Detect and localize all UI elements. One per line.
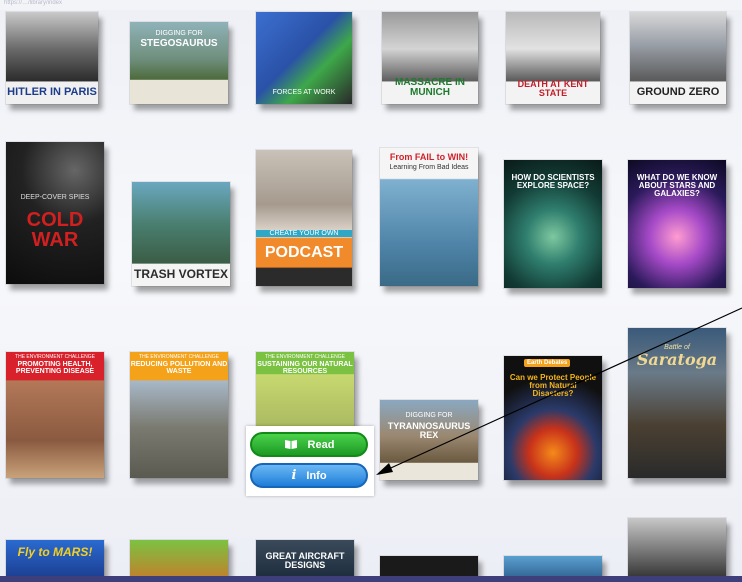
book-subtitle: DIGGING FOR (155, 30, 203, 37)
read-button[interactable]: Read (250, 432, 368, 457)
book-hitler-in-paris[interactable]: HITLER IN PARIS (6, 12, 98, 104)
book-title: SUSTAINING OUR NATURAL RESOURCES (257, 361, 353, 376)
book-trash-vortex[interactable]: TRASH VORTEX (132, 182, 230, 286)
book-title: STEGOSAURUS (140, 38, 218, 49)
info-button[interactable]: i Info (250, 463, 368, 488)
book-promoting-health[interactable]: THE ENVIRONMENT CHALLENGE PROMOTING HEAL… (6, 352, 104, 478)
book-tyrannosaurus-rex[interactable]: DIGGING FOR TYRANNOSAURUS REX (380, 400, 478, 480)
book-title: HITLER IN PARIS (7, 85, 97, 98)
book-subtitle: THE ENVIRONMENT CHALLENGE (15, 354, 95, 360)
book-title: COLD WAR (26, 209, 84, 252)
book-forces-at-work[interactable]: FORCES AT WORK (256, 12, 352, 104)
book-death-at-kent-state[interactable]: DEATH AT KENT STATE (506, 12, 600, 104)
book-title: TYRANNOSAURUS REX (387, 421, 471, 441)
book-stegosaurus[interactable]: DIGGING FOR STEGOSAURUS (130, 22, 228, 104)
info-icon: i (291, 468, 297, 483)
book-title: HOW DO SCIENTISTS EXPLORE SPACE? (511, 173, 595, 191)
book-cold-war[interactable]: DEEP-COVER SPIES COLD WAR (6, 142, 104, 284)
book-title: PROMOTING HEALTH, PREVENTING DISEASE (15, 361, 95, 376)
book-subtitle: DEEP-COVER SPIES (20, 194, 90, 201)
book-row4-6[interactable] (628, 518, 726, 582)
book-title: DEATH AT KENT STATE (517, 78, 589, 98)
book-subtitle: DIGGING FOR (405, 412, 453, 419)
book-subtitle: FORCES AT WORK (272, 89, 336, 96)
book-massacre-in-munich[interactable]: MASSACRE IN MUNICH (382, 12, 478, 104)
book-title: Fly to MARS! (17, 545, 93, 559)
book-explore-space[interactable]: HOW DO SCIENTISTS EXPLORE SPACE? (504, 160, 602, 288)
book-ground-zero[interactable]: GROUND ZERO (630, 12, 726, 104)
book-from-fail-to-win[interactable]: From FAIL to WIN! Learning From Bad Idea… (380, 148, 478, 286)
bottom-bar (0, 576, 742, 582)
book-reducing-pollution[interactable]: THE ENVIRONMENT CHALLENGE REDUCING POLLU… (130, 352, 228, 478)
book-battle-of-saratoga[interactable]: Battle of Saratoga (628, 328, 726, 478)
book-title: Saratoga (636, 350, 718, 369)
book-title: GREAT AIRCRAFT DESIGNS (265, 551, 345, 571)
book-title: REDUCING POLLUTION AND WASTE (130, 361, 228, 376)
book-action-menu: Read i Info (246, 426, 374, 496)
book-create-your-own-podcast[interactable]: CREATE YOUR OWN PODCAST (256, 150, 352, 286)
book-sustaining-resources[interactable]: THE ENVIRONMENT CHALLENGE SUSTAINING OUR… (256, 352, 354, 430)
book-stars-and-galaxies[interactable]: WHAT DO WE KNOW ABOUT STARS AND GALAXIES… (628, 160, 726, 288)
book-subtitle: CREATE YOUR OWN (256, 230, 352, 237)
book-protect-from-natural-disasters[interactable]: Earth Debates Can we Protect People from… (504, 356, 602, 480)
open-book-icon (284, 439, 298, 450)
read-label: Read (307, 438, 335, 451)
url-text: https://…/library/index (4, 0, 63, 6)
browser-url-strip: https://…/library/index (0, 0, 742, 10)
book-subtitle: THE ENVIRONMENT CHALLENGE (265, 354, 345, 360)
book-title: TRASH VORTEX (133, 266, 228, 281)
book-title: PODCAST (264, 244, 344, 261)
book-title: MASSACRE IN MUNICH (394, 76, 465, 98)
book-title: From FAIL to WIN! (389, 152, 469, 162)
book-title: WHAT DO WE KNOW ABOUT STARS AND GALAXIES… (636, 173, 718, 199)
book-title: GROUND ZERO (636, 85, 720, 98)
book-title: Can we Protect People from Natural Disas… (509, 373, 597, 399)
series-badge: Earth Debates (524, 359, 571, 367)
book-subtitle: THE ENVIRONMENT CHALLENGE (139, 354, 219, 360)
book-subtitle: Learning From Bad Ideas (389, 164, 469, 171)
info-label: Info (306, 469, 327, 482)
